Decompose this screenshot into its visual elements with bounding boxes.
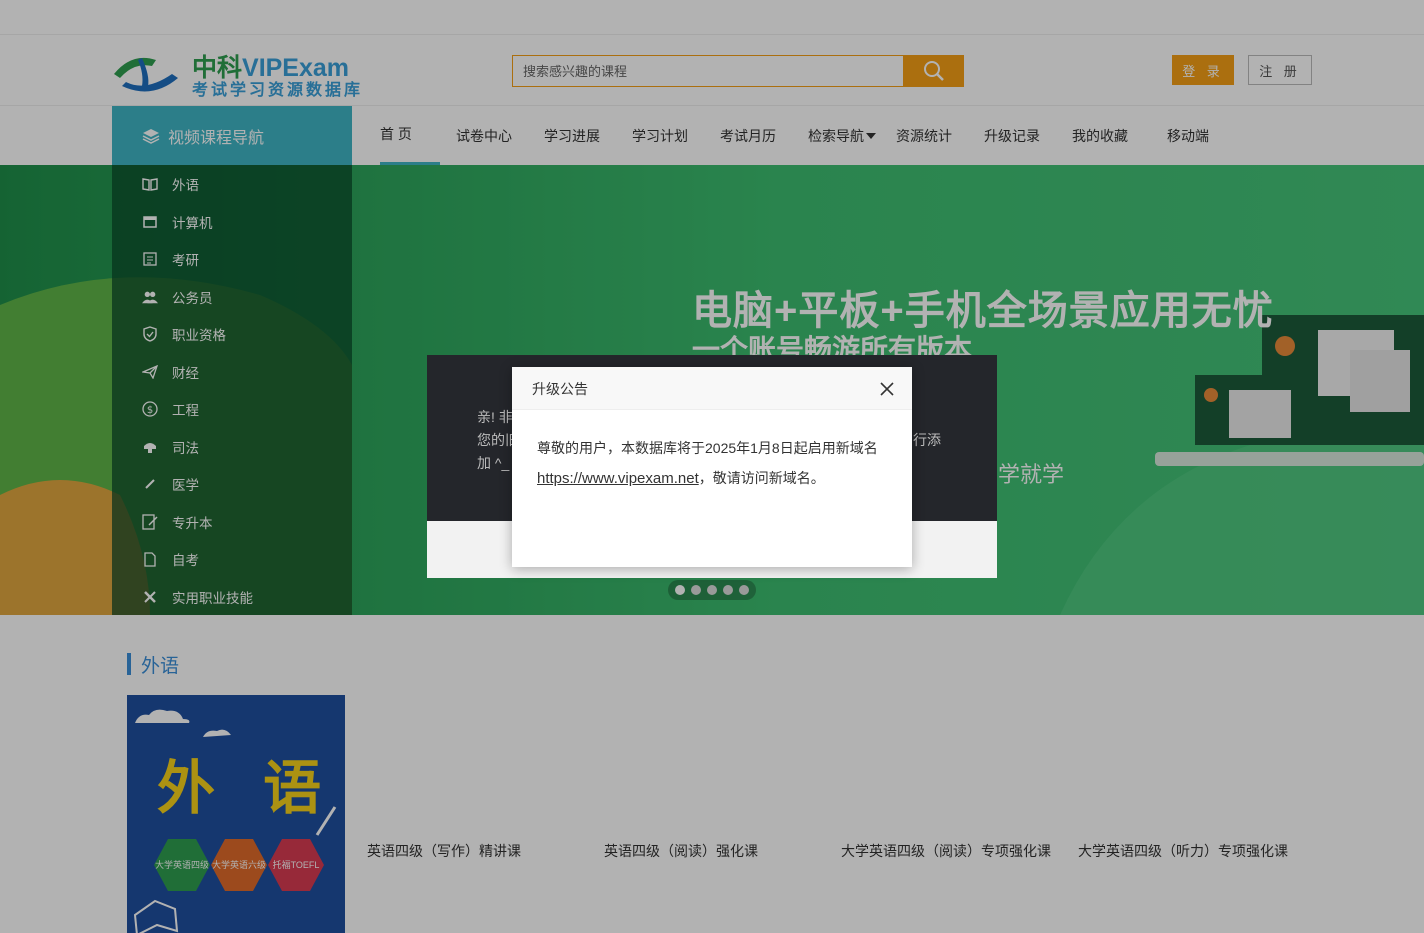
dialog-body: 尊敬的用户，本数据库将于2025年1月8日起启用新域名 https://www.… (537, 433, 897, 494)
background-dialog-line: 行添 (913, 432, 941, 448)
upgrade-notice-dialog: 升级公告 尊敬的用户，本数据库将于2025年1月8日起启用新域名 https:/… (512, 367, 912, 567)
new-domain-link[interactable]: https://www.vipexam.net (537, 470, 699, 487)
background-dialog-line: 加 ^_ (477, 455, 510, 471)
dialog-title: 升级公告 (532, 381, 588, 397)
dialog-header: 升级公告 (512, 367, 912, 410)
dialog-link-line: https://www.vipexam.net，敬请访问新域名。 (537, 463, 897, 494)
background-dialog-line: 亲! 非 (477, 409, 513, 425)
dialog-message: 尊敬的用户，本数据库将于2025年1月8日起启用新域名 (537, 440, 878, 456)
dialog-message-tail: ，敬请访问新域名。 (698, 470, 825, 486)
close-icon[interactable] (878, 380, 896, 398)
